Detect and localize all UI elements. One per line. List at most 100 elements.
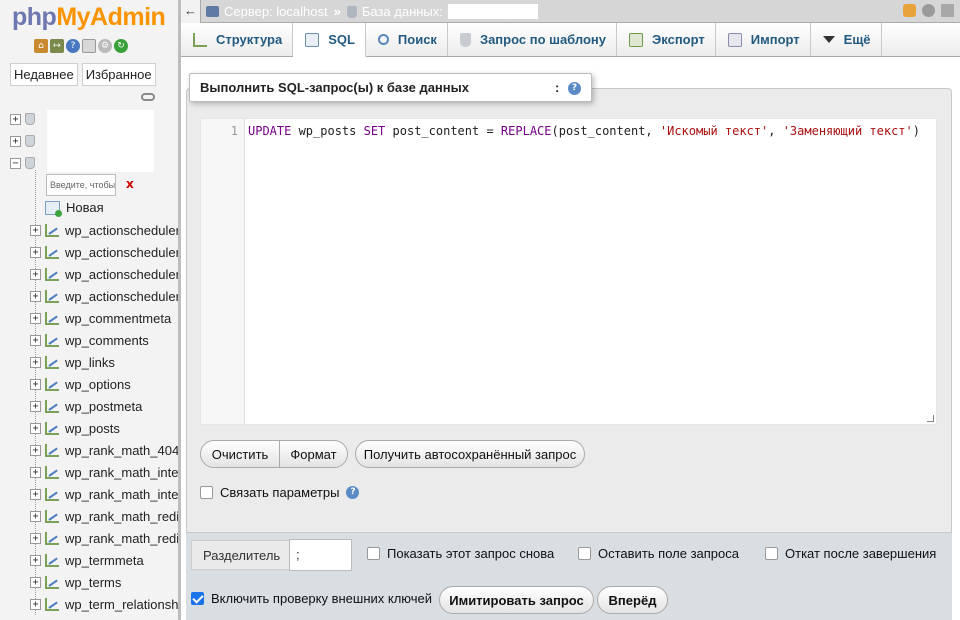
rollback-option[interactable]: Откат после завершения [765, 546, 936, 561]
table-item[interactable]: + wp_commentmeta [30, 307, 178, 329]
format-button[interactable]: Формат [279, 440, 348, 468]
bind-parameters-option[interactable]: Связать параметры ? [200, 485, 360, 500]
table-filter-input[interactable]: Введите, чтобы [46, 174, 116, 196]
expand-icon[interactable]: + [30, 400, 41, 412]
expand-icon[interactable]: + [30, 334, 41, 346]
expand-icon[interactable]: + [30, 532, 41, 544]
tab-search[interactable]: Поиск [366, 23, 448, 56]
expand-icon[interactable]: + [30, 246, 41, 258]
expand-icon[interactable]: + [30, 488, 41, 500]
tree-node-collapsed[interactable]: + [10, 135, 35, 147]
expand-icon[interactable]: + [30, 224, 41, 236]
expand-icon[interactable]: + [30, 356, 41, 368]
lock-icon[interactable] [903, 4, 916, 17]
maximize-icon[interactable] [941, 4, 954, 17]
expand-icon[interactable]: + [30, 576, 41, 588]
table-list: + wp_actionscheduler + wp_actionscheduler … [30, 219, 178, 615]
filter-clear-button[interactable]: x [126, 177, 134, 191]
sql-code[interactable]: UPDATE wp_posts SET post_content = REPLA… [248, 124, 920, 138]
recent-button[interactable]: Недавнее [10, 63, 78, 86]
breadcrumb-bar: ← Сервер: localhost » База данных: [181, 0, 960, 23]
gear-icon[interactable]: ⚙ [98, 39, 112, 53]
new-table-link[interactable]: Новая [45, 200, 104, 217]
search-icon [377, 34, 389, 45]
link-chain-icon[interactable] [141, 93, 155, 101]
expand-icon[interactable]: + [30, 290, 41, 302]
table-item[interactable]: + wp_actionscheduler [30, 219, 178, 241]
retain-query-box-checkbox[interactable] [578, 547, 591, 560]
tab-import[interactable]: Импорт [716, 23, 811, 56]
show-query-again-checkbox[interactable] [367, 547, 380, 560]
reload-icon[interactable]: ↻ [114, 39, 128, 53]
tree-node-expanded[interactable]: − [10, 157, 35, 169]
table-item[interactable]: + wp_posts [30, 417, 178, 439]
expand-icon[interactable]: + [10, 113, 21, 125]
favorites-button[interactable]: Избранное [81, 63, 156, 86]
fk-check-option[interactable]: Включить проверку внешних ключей [191, 591, 432, 606]
table-item[interactable]: + wp_rank_math_inte [30, 483, 178, 505]
logout-icon[interactable]: ↦ [50, 39, 64, 53]
simulate-query-button[interactable]: Имитировать запрос [439, 586, 594, 614]
tab-more[interactable]: Ещё [811, 23, 882, 56]
expand-icon[interactable]: + [30, 378, 41, 390]
expand-icon[interactable]: + [30, 268, 41, 280]
docs-icon[interactable] [82, 39, 96, 53]
table-item[interactable]: + wp_actionscheduler [30, 285, 178, 307]
table-item[interactable]: + wp_rank_math_inte [30, 461, 178, 483]
rollback-checkbox[interactable] [765, 547, 778, 560]
expand-icon[interactable]: + [30, 510, 41, 522]
fk-check-checkbox[interactable] [191, 592, 204, 605]
phpmyadmin-logo[interactable]: phpMyAdmin [12, 3, 166, 32]
top-right-icons [903, 4, 954, 17]
help-icon[interactable]: ? [346, 486, 360, 499]
table-item[interactable]: + wp_rank_math_redi [30, 505, 178, 527]
tab-query[interactable]: Запрос по шаблону [448, 23, 618, 56]
expand-icon[interactable]: + [30, 312, 41, 324]
help-icon[interactable]: ? [66, 39, 80, 53]
table-item[interactable]: + wp_options [30, 373, 178, 395]
table-icon [45, 487, 59, 501]
table-icon [45, 289, 59, 303]
panel-splitter[interactable] [178, 0, 181, 620]
line-gutter: 1 [201, 119, 245, 424]
bind-parameters-checkbox[interactable] [200, 486, 213, 499]
home-icon[interactable]: ⌂ [34, 39, 48, 53]
breadcrumb-database[interactable]: База данных: [346, 4, 538, 19]
table-icon [45, 421, 59, 435]
table-item[interactable]: + wp_actionscheduler [30, 241, 178, 263]
table-item[interactable]: + wp_postmeta [30, 395, 178, 417]
expand-icon[interactable]: + [30, 422, 41, 434]
tree-node-collapsed[interactable]: + [10, 113, 35, 125]
retain-query-box-option[interactable]: Оставить поле запроса [578, 546, 739, 561]
expand-icon[interactable]: + [30, 466, 41, 478]
go-button[interactable]: Вперёд [597, 586, 668, 614]
clear-button[interactable]: Очистить [200, 440, 280, 468]
sql-legend: Выполнить SQL-запрос(ы) к базе данных : … [189, 73, 592, 102]
expand-icon[interactable]: + [30, 598, 41, 610]
breadcrumb-server[interactable]: Сервер: localhost [206, 4, 328, 19]
table-item[interactable]: + wp_rank_math_redi [30, 527, 178, 549]
collapse-nav-button[interactable]: ← [181, 0, 201, 23]
table-item[interactable]: + wp_term_relationsh [30, 593, 178, 615]
show-query-again-option[interactable]: Показать этот запрос снова [367, 546, 554, 561]
resize-grip[interactable] [927, 415, 934, 422]
expand-icon[interactable]: + [30, 554, 41, 566]
table-item[interactable]: + wp_termmeta [30, 549, 178, 571]
get-autosaved-query-button[interactable]: Получить автосохранённый запрос [355, 440, 585, 468]
help-icon[interactable]: ? [568, 82, 581, 95]
table-item[interactable]: + wp_comments [30, 329, 178, 351]
expand-icon[interactable]: + [30, 444, 41, 456]
tab-sql[interactable]: SQL [293, 23, 366, 57]
table-item[interactable]: + wp_actionscheduler [30, 263, 178, 285]
expand-icon[interactable]: + [10, 135, 21, 147]
collapse-icon[interactable]: − [10, 157, 21, 169]
table-item[interactable]: + wp_links [30, 351, 178, 373]
table-icon [45, 531, 59, 545]
sql-editor[interactable]: 1 UPDATE wp_posts SET post_content = REP… [200, 118, 937, 425]
table-item[interactable]: + wp_rank_math_404 [30, 439, 178, 461]
gear-icon[interactable] [922, 4, 935, 17]
tab-export[interactable]: Экспорт [617, 23, 716, 56]
delimiter-input[interactable]: ; [289, 539, 352, 571]
tab-structure[interactable]: Структура [181, 23, 294, 56]
table-item[interactable]: + wp_terms [30, 571, 178, 593]
